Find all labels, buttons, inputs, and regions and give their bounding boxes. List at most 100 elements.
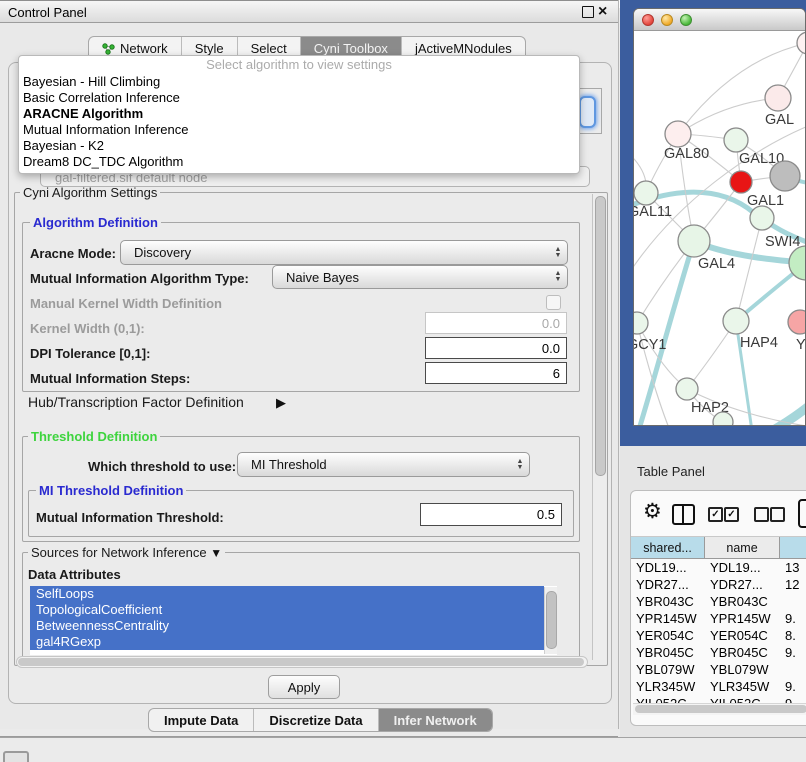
table-cell: YBR045C [705, 644, 780, 661]
sources-group-title: Sources for Network Inference ▼ [28, 545, 225, 560]
column-header[interactable]: shared... [631, 537, 705, 558]
table-toolbar: ⚙ ✓ ✓ [631, 491, 806, 537]
kernel-width-field[interactable]: 0.0 [425, 312, 567, 334]
close-traffic-light-icon[interactable] [642, 14, 654, 26]
network-node-gal80[interactable] [665, 121, 691, 147]
threshold-definition-title: Threshold Definition [28, 429, 160, 444]
which-threshold-combo[interactable]: MI Threshold ▲▼ [237, 452, 530, 477]
cyni-bottom-tabs: Impute DataDiscretize DataInfer Network [148, 708, 493, 732]
mi-type-combo[interactable]: Naive Bayes ▲▼ [272, 265, 568, 289]
table-row[interactable]: YPR145WYPR145W9. [631, 610, 806, 627]
network-node-gal4[interactable] [678, 225, 710, 257]
network-node-gal10[interactable] [724, 128, 748, 152]
table-header: shared...name [631, 537, 806, 559]
table-cell: 9. [780, 610, 806, 627]
network-node-gcy1[interactable] [634, 312, 648, 334]
attribute-list-item[interactable]: BetweennessCentrality [30, 618, 544, 634]
select-all-checkbox-icon[interactable]: ✓ [724, 507, 739, 522]
network-node[interactable] [713, 412, 733, 426]
disclosure-right-icon[interactable]: ▶ [276, 395, 286, 411]
zoom-traffic-light-icon[interactable] [680, 14, 692, 26]
attribute-list-item[interactable]: TopologicalCoefficient [30, 602, 544, 618]
stepper-arrows-icon: ▲▼ [511, 459, 529, 471]
minimized-panel-stub[interactable] [3, 751, 29, 762]
disclosure-down-icon[interactable]: ▼ [210, 546, 222, 560]
network-node-hap2[interactable] [676, 378, 698, 400]
aracne-mode-combo[interactable]: Discovery ▲▼ [120, 240, 568, 265]
table-cell: YPR145W [631, 610, 705, 627]
column-header[interactable] [780, 537, 806, 558]
aracne-mode-value: Discovery [121, 245, 549, 260]
bottom-tab-infer-network[interactable]: Infer Network [379, 709, 492, 731]
algorithm-placeholder: Select algorithm to view settings [19, 56, 579, 74]
bottom-tab-impute-data[interactable]: Impute Data [149, 709, 254, 731]
select-all-checkbox-icon[interactable]: ✓ [708, 507, 723, 522]
network-node-hap4[interactable] [723, 308, 749, 334]
algorithm-option[interactable]: Mutual Information Inference [19, 122, 579, 138]
network-window-titlebar[interactable] [634, 9, 805, 31]
table-cell: YDR27... [705, 576, 780, 593]
column-header[interactable]: name [705, 537, 780, 558]
algorithm-option[interactable]: Dream8 DC_TDC Algorithm [19, 154, 579, 170]
table-cell: YLR345W [705, 678, 780, 695]
settings-vertical-scrollbar[interactable] [592, 194, 606, 660]
table-panel-title: Table Panel [637, 464, 705, 479]
network-node-y[interactable] [788, 310, 805, 334]
algorithm-dropdown-popup: Select algorithm to view settings Bayesi… [18, 55, 580, 174]
mi-threshold-field[interactable]: 0.5 [420, 503, 562, 526]
network-node[interactable] [797, 32, 805, 54]
table-row[interactable]: YBR045CYBR045C9. [631, 644, 806, 661]
network-node-gal[interactable] [765, 85, 791, 111]
dpi-tolerance-field[interactable]: 0.0 [425, 337, 567, 359]
scrollbar-thumb[interactable] [18, 658, 584, 666]
hub-definition-disclosure[interactable]: Hub/Transcription Factor Definition [28, 394, 244, 410]
attribute-list-item[interactable]: SelfLoops [30, 586, 544, 602]
scrollbar-thumb[interactable] [546, 591, 557, 649]
scrollbar-thumb[interactable] [595, 196, 606, 476]
table-row[interactable]: YBR043CYBR043C [631, 593, 806, 610]
scrollbar-thumb[interactable] [635, 705, 806, 713]
focused-combo-stepper[interactable] [579, 96, 596, 128]
network-canvas[interactable]: GALGAL80GAL10GAL1GAL11SWI4GAL4GCY1HAP4YH… [634, 31, 805, 426]
minimize-traffic-light-icon[interactable] [661, 14, 673, 26]
which-threshold-label: Which threshold to use: [88, 459, 236, 474]
mi-steps-label: Mutual Information Steps: [30, 371, 190, 386]
network-node-swi4[interactable] [750, 206, 774, 230]
network-node[interactable] [770, 161, 800, 191]
close-icon[interactable]: × [598, 1, 607, 23]
algorithm-option[interactable]: Basic Correlation Inference [19, 90, 579, 106]
deselect-checkbox-icon[interactable] [770, 507, 785, 522]
table-horizontal-scrollbar[interactable] [633, 703, 806, 715]
panel-icon[interactable] [798, 499, 806, 528]
algorithm-option[interactable]: Bayesian - Hill Climbing [19, 74, 579, 90]
settings-horizontal-scrollbar[interactable] [16, 656, 588, 668]
node-label: HAP4 [740, 335, 778, 351]
table-row[interactable]: YDR27...YDR27...12 [631, 576, 806, 593]
bottom-tab-discretize-data[interactable]: Discretize Data [254, 709, 378, 731]
tab-label: jActiveMNodules [415, 41, 512, 56]
list-vertical-scrollbar[interactable] [544, 587, 557, 654]
network-view-window: GALGAL80GAL10GAL1GAL11SWI4GAL4GCY1HAP4YH… [633, 8, 806, 426]
settings-group-title: Cyni Algorithm Settings [20, 185, 160, 200]
table-row[interactable]: YDL19...YDL19...13 [631, 559, 806, 576]
gear-icon[interactable]: ⚙ [643, 499, 662, 523]
apply-button[interactable]: Apply [268, 675, 340, 699]
float-window-icon[interactable] [582, 6, 594, 18]
table-cell: 9. [780, 644, 806, 661]
network-node-gal1[interactable] [730, 171, 752, 193]
mi-steps-field[interactable]: 6 [425, 362, 567, 384]
table-cell: YER054C [631, 627, 705, 644]
attribute-list-item[interactable]: gal4RGexp [30, 634, 544, 650]
table-cell: 8. [780, 627, 806, 644]
algorithm-option[interactable]: ARACNE Algorithm [19, 106, 579, 122]
which-threshold-value: MI Threshold [238, 457, 511, 472]
columns-icon[interactable] [672, 504, 695, 525]
table-cell: YBR043C [631, 593, 705, 610]
deselect-checkbox-icon[interactable] [754, 507, 769, 522]
table-row[interactable]: YER054CYER054C8. [631, 627, 806, 644]
table-row[interactable]: YBL079WYBL079W [631, 661, 806, 678]
algorithm-option[interactable]: Bayesian - K2 [19, 138, 579, 154]
table-row[interactable]: YLR345WYLR345W9. [631, 678, 806, 695]
network-node-gal11[interactable] [634, 181, 658, 205]
manual-kernel-checkbox[interactable] [546, 295, 561, 310]
